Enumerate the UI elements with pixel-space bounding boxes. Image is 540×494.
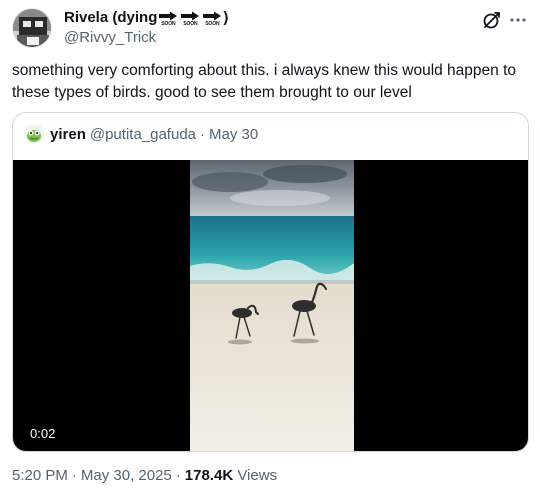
quoted-tweet-header: yiren @putita_gafuda · May 30 [24,124,258,144]
tweet-text: something very comforting about this. i … [12,62,517,101]
author-avatar[interactable] [12,8,52,48]
post-date[interactable]: May 30, 2025 [81,467,172,484]
meta-separator: · [175,467,181,484]
soon-badge-label: SOON [183,21,198,27]
soon-arrow-icon: SOON [158,11,178,27]
soon-arrow-badges: SOON SOON SOON [158,11,222,27]
soon-badge-label: SOON [161,21,176,27]
quoted-avatar[interactable] [24,124,44,144]
author-name-row[interactable]: Rivela (dying SOON SOON SOON ) [64,9,228,27]
grok-icon[interactable] [482,10,502,30]
quoted-handle[interactable]: @putita_gafuda [90,126,196,143]
soon-arrow-icon: SOON [202,11,222,27]
tweet-header: Rivela (dying SOON SOON SOON ) @Rivvy_Tr… [12,8,528,52]
post-time[interactable]: 5:20 PM [12,467,68,484]
video-player[interactable]: 0:02 [13,160,528,451]
author-handle[interactable]: @Rivvy_Trick [64,29,156,47]
soon-badge-label: SOON [205,21,220,27]
quoted-name[interactable]: yiren [50,126,86,143]
soon-arrow-icon: SOON [180,11,200,27]
views-count: 178.4K [184,467,234,484]
quoted-tweet[interactable]: yiren @putita_gafuda · May 30 0:02 [12,112,529,452]
quoted-separator: · [200,125,206,143]
video-frame[interactable] [190,160,354,451]
more-icon[interactable] [508,10,528,30]
meta-separator: · [71,467,77,484]
quoted-date[interactable]: May 30 [209,126,258,143]
author-display-name-suffix: ) [223,9,229,26]
tweet-meta: 5:20 PM · May 30, 2025 · 178.4K Views [12,466,277,486]
video-duration: 0:02 [25,424,61,443]
views-label: Views [237,467,278,484]
author-display-name[interactable]: Rivela (dying [64,9,157,27]
